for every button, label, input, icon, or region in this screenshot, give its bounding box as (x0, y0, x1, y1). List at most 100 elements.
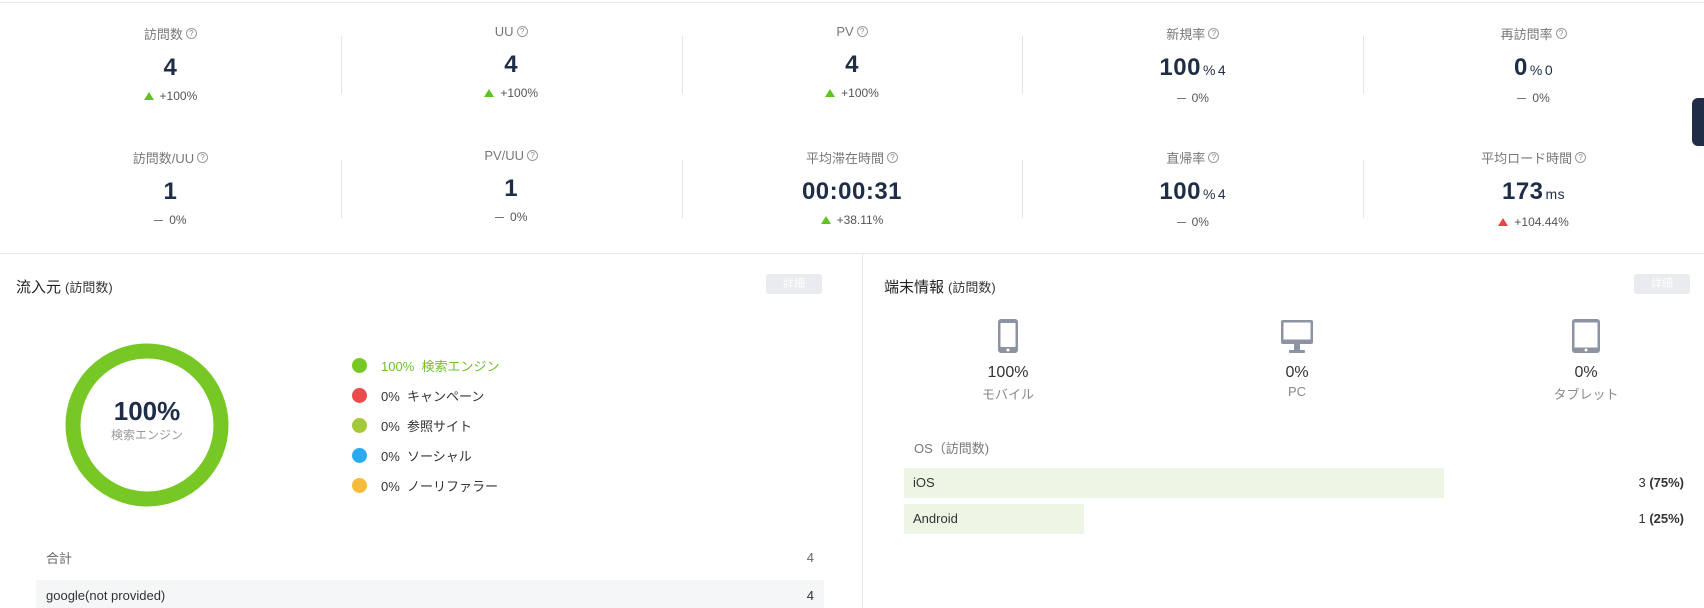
kpi-visits-per-uu: 訪問数/UU? 1 0% (0, 138, 341, 250)
legend-dot-icon (352, 447, 367, 463)
table-total-row: 合計 4 (36, 544, 824, 570)
kpi-value-number: 4 (504, 51, 519, 78)
device-subtitle: (訪問数) (948, 280, 996, 295)
kpi-unit: % (1202, 62, 1216, 78)
kpi-pv: PV? 4 +100% (681, 14, 1023, 138)
kpi-change-text: +104.44% (1514, 215, 1569, 229)
kpi-label-text: PV (836, 24, 854, 39)
traffic-detail-button[interactable]: 詳細 (766, 274, 822, 294)
os-value: 3 (75%) (1638, 468, 1684, 498)
legend-item[interactable]: 0% キャンペーン (352, 380, 499, 410)
device-pc: 0% PC (1227, 318, 1367, 399)
kpi-sub-count: 0 (1544, 62, 1554, 78)
kpi-unit: % (1202, 186, 1216, 202)
source-value: 4 (806, 587, 814, 603)
kpi-grid: 訪問数? 4 +100% UU? 4 +100% PV? 4 +100% 新規率… (0, 14, 1704, 250)
help-icon[interactable]: ? (197, 152, 209, 163)
device-title-text: 端末情報 (884, 279, 945, 296)
kpi-avg-stay-time: 平均滞在時間? 00:00:31 +38.11% (681, 138, 1023, 250)
kpi-new-rate: 新規率? 100% 4 0% (1022, 14, 1363, 138)
kpi-label-text: 再訪問率 (1500, 27, 1553, 42)
legend-item[interactable]: 0% ノーリファラー (352, 470, 499, 500)
kpi-change-text: +100% (841, 86, 879, 100)
legend-item[interactable]: 0% 参照サイト (352, 410, 499, 440)
kpi-label-text: 平均滞在時間 (805, 151, 884, 166)
kpi-bounce-rate: 直帰率? 100% 4 0% (1022, 138, 1363, 250)
kpi-change: +104.44% (1363, 215, 1704, 229)
kpi-unit: ms (1545, 186, 1566, 202)
os-count: 1 (1638, 511, 1646, 526)
kpi-label-text: 訪問数/UU (132, 151, 195, 166)
kpi-return-rate: 再訪問率? 0% 0 0% (1363, 14, 1704, 138)
kpi-change-text: 0% (169, 213, 187, 227)
device-label: PC (1287, 384, 1307, 399)
kpi-change: 0% (1363, 91, 1704, 105)
monitor-icon (1281, 320, 1313, 353)
legend-item[interactable]: 0% ソーシャル (352, 440, 499, 470)
help-icon[interactable]: ? (1575, 152, 1587, 163)
kpi-change-text: +100% (500, 86, 539, 100)
os-name: Android (913, 511, 958, 526)
kpi-change-text: +38.11% (836, 213, 884, 227)
kpi-change: +100% (0, 89, 341, 103)
kpi-value-number: 4 (163, 54, 178, 81)
help-icon[interactable]: ? (516, 26, 528, 37)
kpi-avg-load-time: 平均ロード時間? 173 ms +104.44% (1363, 138, 1704, 250)
kpi-value-number: 0 (1514, 54, 1528, 81)
source-name: google(not provided) (46, 587, 166, 603)
os-value: 1 (25%) (1638, 504, 1684, 534)
side-panel-toggle[interactable] (1692, 98, 1704, 146)
legend-item[interactable]: 100% 検索エンジン (352, 350, 499, 380)
os-row-android[interactable]: Android 1 (25%) (904, 504, 1684, 534)
kpi-change: +100% (341, 86, 682, 100)
kpi-label-text: PV/UU (484, 148, 525, 163)
trend-up-icon (1498, 218, 1509, 226)
donut-center: 100% 検索エンジン (64, 396, 230, 443)
kpi-value-number: 1 (504, 175, 519, 202)
help-icon[interactable]: ? (527, 150, 539, 161)
help-icon[interactable]: ? (1208, 28, 1220, 39)
help-icon[interactable]: ? (887, 152, 898, 163)
legend-dot-icon (352, 477, 367, 493)
kpi-label-text: 平均ロード時間 (1481, 151, 1573, 166)
trend-flat-icon (1176, 221, 1186, 223)
device-detail-button[interactable]: 詳細 (1634, 274, 1690, 294)
traffic-legend: 100% 検索エンジン 0% キャンペーン 0% 参照サイト 0% ソーシャル 0% ノ… (352, 350, 499, 500)
legend-label: 0% 参照サイト (381, 418, 473, 434)
traffic-title-text: 流入元 (16, 279, 62, 296)
kpi-value: 4 (682, 51, 1023, 79)
kpi-value: 100% 4 (1022, 54, 1363, 84)
donut-label: 検索エンジン (110, 428, 183, 442)
section-divider (0, 253, 1704, 254)
kpi-label: 平均滞在時間? (806, 148, 898, 167)
os-row-ios[interactable]: iOS 3 (75%) (904, 468, 1684, 498)
help-icon[interactable]: ? (1555, 28, 1567, 39)
os-pct: (75%) (1649, 475, 1684, 490)
kpi-value: 0% 0 (1363, 54, 1704, 84)
kpi-value-number: 100 (1159, 54, 1201, 81)
kpi-value: 100% 4 (1022, 178, 1363, 208)
traffic-panel-title: 流入元 (訪問数) (16, 276, 113, 297)
help-icon[interactable]: ? (185, 28, 197, 39)
trend-flat-icon (1176, 97, 1186, 99)
traffic-subtitle: (訪問数) (65, 280, 113, 295)
legend-dot-icon (352, 417, 367, 433)
kpi-change-text: +100% (159, 89, 198, 103)
donut-percentage: 100% (113, 396, 181, 426)
kpi-change: +100% (682, 86, 1023, 100)
kpi-label: 訪問数? (144, 24, 197, 43)
help-icon[interactable]: ? (856, 26, 868, 37)
kpi-value-number: 1 (163, 178, 178, 205)
table-row[interactable]: google(not provided) 4 (36, 580, 824, 608)
kpi-sub-count: 4 (1217, 186, 1227, 202)
kpi-uu: UU? 4 +100% (340, 14, 682, 138)
trend-up-icon (143, 92, 154, 100)
kpi-change: 0% (1022, 215, 1363, 229)
kpi-label: PV? (836, 24, 868, 39)
device-pct: 0% (1574, 364, 1598, 381)
help-icon[interactable]: ? (1208, 152, 1220, 163)
kpi-change-text: 0% (1191, 215, 1209, 229)
kpi-label: 再訪問率? (1501, 24, 1567, 43)
kpi-change-text: 0% (1191, 91, 1209, 105)
kpi-value: 00:00:31 (682, 178, 1023, 206)
